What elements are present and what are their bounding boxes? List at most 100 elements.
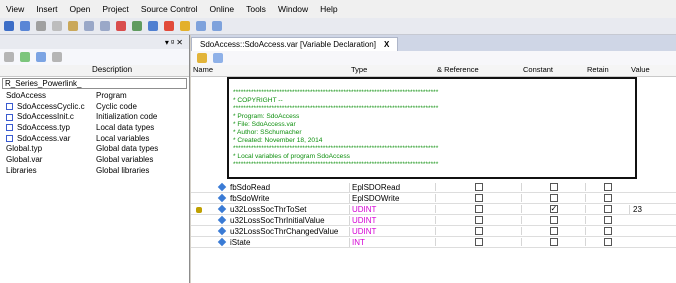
paste-icon[interactable] <box>68 21 78 31</box>
explorer-tool-icon-2[interactable] <box>20 52 30 62</box>
menu-project[interactable]: Project <box>102 4 128 14</box>
reference-checkbox[interactable] <box>474 238 483 246</box>
variable-rows: fbSdoRead EplSDORead fbSdoWrite EplSDOWr… <box>191 182 676 248</box>
transfer-icon[interactable] <box>148 21 158 31</box>
comment-line: ****************************************… <box>233 89 439 96</box>
constant-checkbox[interactable] <box>549 194 558 202</box>
tree-row[interactable]: SdoAccess.var Local variables <box>0 133 189 144</box>
variable-type[interactable]: EplSDOWrite <box>349 193 435 203</box>
save-icon[interactable] <box>4 21 14 31</box>
comment-line: * File: SdoAccess.var <box>233 121 296 128</box>
comment-line: ****************************************… <box>233 145 439 152</box>
tree-row[interactable]: SdoAccess Program <box>0 90 189 101</box>
monitor-icon[interactable] <box>180 21 190 31</box>
comment-block[interactable]: ****************************************… <box>227 77 637 179</box>
debug-icon[interactable] <box>212 21 222 31</box>
tree-row[interactable]: Global.typ Global data types <box>0 143 189 154</box>
menu-source-control[interactable]: Source Control <box>141 4 198 14</box>
tree-row[interactable]: Global.var Global variables <box>0 154 189 165</box>
menu-insert[interactable]: Insert <box>36 4 57 14</box>
variable-type[interactable]: UDINT <box>349 204 435 214</box>
reference-checkbox[interactable] <box>474 205 483 213</box>
constant-checkbox[interactable] <box>549 204 558 214</box>
tree-row[interactable]: SdoAccessInit.c Initialization code <box>0 111 189 122</box>
header-name: Name <box>193 65 214 74</box>
table-header: Name Type & Reference Constant Retain Va… <box>191 65 676 77</box>
table-row[interactable]: fbSdoRead EplSDORead <box>191 182 676 193</box>
table-row[interactable]: u32LossSocThrChangedValue UDINT <box>191 226 676 237</box>
variable-value[interactable]: 23 <box>629 204 676 214</box>
explorer-tool-icon-1[interactable] <box>4 52 14 62</box>
pin-icon[interactable]: ▾ ᵍ ✕ <box>165 38 183 47</box>
tree-item-desc: Global variables <box>96 154 154 164</box>
watch-icon[interactable] <box>196 21 206 31</box>
online-icon[interactable] <box>164 21 174 31</box>
retain-checkbox[interactable] <box>603 205 612 213</box>
variable-icon <box>217 238 227 247</box>
explorer-header: Description <box>0 65 189 77</box>
build-icon[interactable] <box>132 21 142 31</box>
redo-icon[interactable] <box>100 21 110 31</box>
save-all-icon[interactable] <box>20 21 30 31</box>
retain-checkbox[interactable] <box>603 183 612 191</box>
menu-view[interactable]: View <box>6 4 24 14</box>
reference-checkbox[interactable] <box>474 194 483 202</box>
menu-window[interactable]: Window <box>278 4 308 14</box>
undo-icon[interactable] <box>84 21 94 31</box>
constant-checkbox[interactable] <box>549 216 558 224</box>
variable-name[interactable]: fbSdoWrite <box>230 194 269 203</box>
variable-name[interactable]: iState <box>230 238 250 247</box>
tree-row[interactable]: SdoAccess.typ Local data types <box>0 122 189 133</box>
variable-name[interactable]: u32LossSocThrToSet <box>230 205 307 214</box>
add-variable-icon[interactable] <box>197 53 207 63</box>
variable-icon <box>217 227 227 236</box>
header-value: Value <box>631 65 650 74</box>
tab-sdoaccess-var[interactable]: SdoAccess::SdoAccess.var [Variable Decla… <box>191 37 399 51</box>
comment-line: ****************************************… <box>233 161 439 168</box>
variable-name[interactable]: u32LossSocThrChangedValue <box>230 227 338 236</box>
tree-row[interactable]: SdoAccessCyclic.c Cyclic code <box>0 101 189 112</box>
variable-type[interactable]: INT <box>349 237 435 247</box>
header-reference: & Reference <box>437 65 479 74</box>
variable-type[interactable]: UDINT <box>349 226 435 236</box>
retain-checkbox[interactable] <box>603 227 612 235</box>
variable-type[interactable]: EplSDORead <box>349 182 435 192</box>
constant-checkbox[interactable] <box>549 238 558 246</box>
reference-checkbox[interactable] <box>474 183 483 191</box>
explorer-tool-icon-3[interactable] <box>36 52 46 62</box>
constant-checkbox[interactable] <box>549 227 558 235</box>
variable-name[interactable]: fbSdoRead <box>230 183 270 192</box>
variable-name[interactable]: u32LossSocThrInitialValue <box>230 216 325 225</box>
constant-checkbox[interactable] <box>549 183 558 191</box>
retain-checkbox[interactable] <box>603 238 612 246</box>
retain-checkbox[interactable] <box>603 194 612 202</box>
comment-line: * Author: SSchumacher <box>233 129 302 136</box>
delete-icon[interactable] <box>116 21 126 31</box>
retain-checkbox[interactable] <box>603 216 612 224</box>
reference-checkbox[interactable] <box>474 227 483 235</box>
table-row[interactable]: u32LossSocThrToSet UDINT 23 <box>191 204 676 215</box>
root-name-field[interactable]: R_Series_Powerlink_ <box>2 78 187 89</box>
description-header: Description <box>92 65 133 74</box>
close-icon[interactable]: X <box>384 40 389 49</box>
menu-open[interactable]: Open <box>70 4 91 14</box>
tree-item-desc: Cyclic code <box>96 101 137 111</box>
copy-icon[interactable] <box>52 21 62 31</box>
variable-editor: SdoAccess::SdoAccess.var [Variable Decla… <box>191 35 676 283</box>
reference-checkbox[interactable] <box>474 216 483 224</box>
menu-online[interactable]: Online <box>210 4 235 14</box>
filter-icon[interactable] <box>213 53 223 63</box>
menu-help[interactable]: Help <box>320 4 337 14</box>
tree-row[interactable]: Libraries Global libraries <box>0 165 189 176</box>
table-row[interactable]: u32LossSocThrInitialValue UDINT <box>191 215 676 226</box>
table-row[interactable]: iState INT <box>191 237 676 248</box>
comment-line: * Created: November 18, 2014 <box>233 137 323 144</box>
menu-tools[interactable]: Tools <box>246 4 266 14</box>
tree-item-name: SdoAccess.typ <box>17 122 70 132</box>
explorer-tool-icon-4[interactable] <box>52 52 62 62</box>
variable-type[interactable]: UDINT <box>349 215 435 225</box>
table-row[interactable]: fbSdoWrite EplSDOWrite <box>191 193 676 204</box>
tree-item-desc: Global data types <box>96 144 159 154</box>
comment-line: ****************************************… <box>233 105 439 112</box>
cut-icon[interactable] <box>36 21 46 31</box>
